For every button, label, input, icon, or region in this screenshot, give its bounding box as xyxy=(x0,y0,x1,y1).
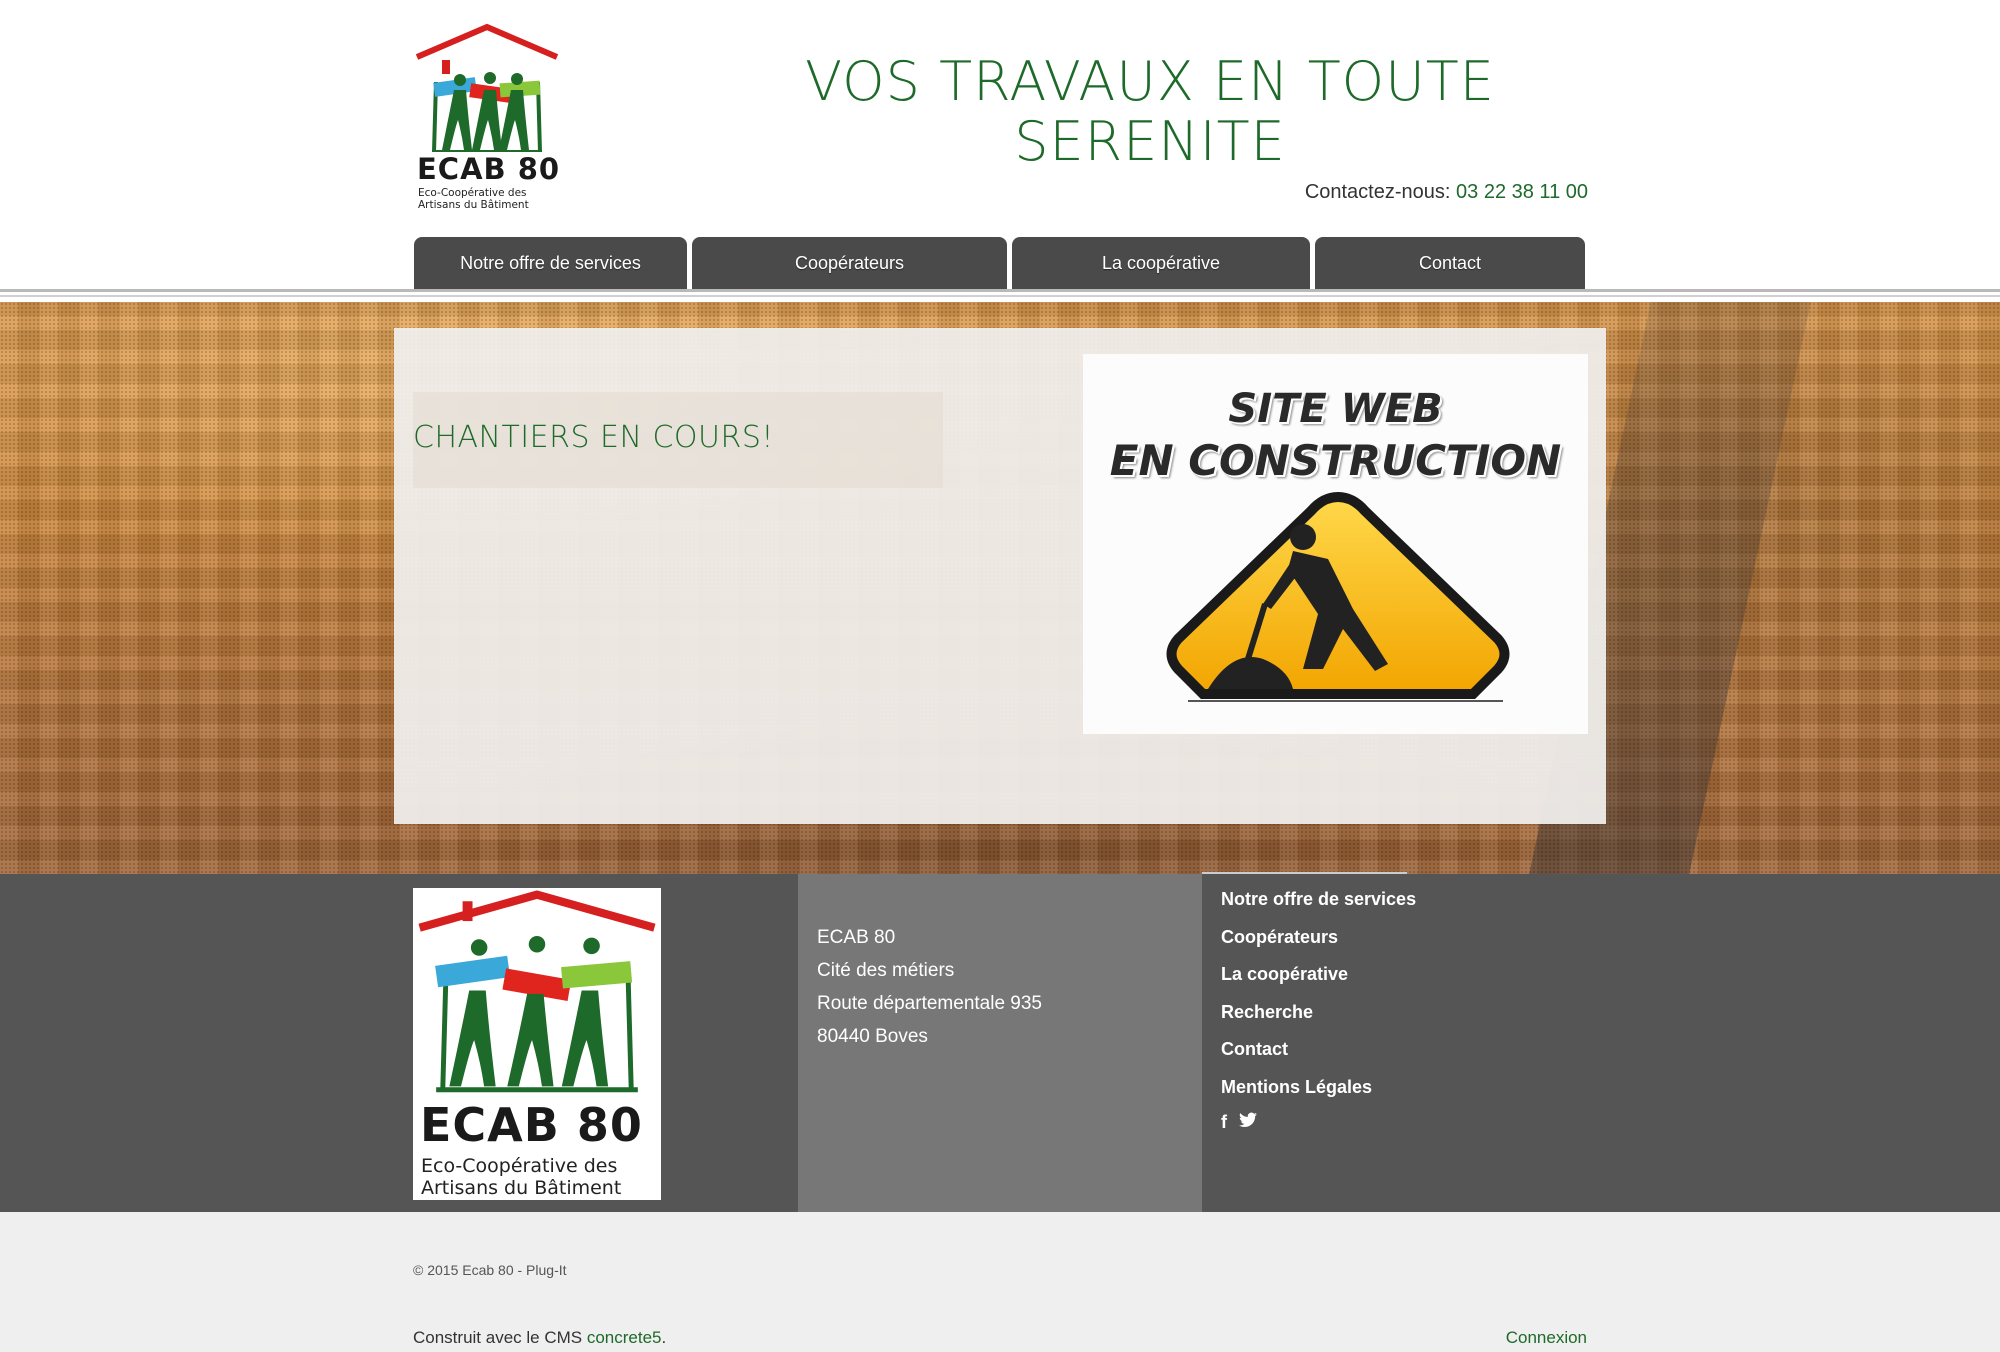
footer-address: ECAB 80 Cité des métiers Route départeme… xyxy=(817,921,1042,1053)
twitter-icon[interactable] xyxy=(1239,1112,1257,1128)
site-header: ECAB 80 Eco-Coopérative des Artisans du … xyxy=(0,0,2000,297)
page-headline: VOS TRAVAUX EN TOUTE SERENITE xyxy=(805,50,1495,173)
construction-text: SITE WEB xyxy=(1228,386,1443,432)
page-title: CHANTIERS EN COURS! xyxy=(413,420,774,455)
social-links: f xyxy=(1221,1112,1257,1133)
construction-image: SITE WEB EN CONSTRUCTION xyxy=(1083,354,1588,734)
contact-label: Contactez-nous: xyxy=(1304,181,1451,203)
house-logo-icon xyxy=(415,23,559,152)
footer-link-recherche[interactable]: Recherche xyxy=(1221,997,1416,1035)
logo-tagline: Eco-Coopérative des xyxy=(421,1155,618,1177)
logo-brand: ECAB 80 xyxy=(420,1098,643,1152)
bottom-bar xyxy=(0,1212,2000,1352)
footer-logo: ECAB 80 Eco-Coopérative des Artisans du … xyxy=(413,888,661,1200)
nav-tab-services[interactable]: Notre offre de services xyxy=(414,237,687,289)
nav-tab-cooperative[interactable]: La coopérative xyxy=(1012,237,1310,289)
login-link[interactable]: Connexion xyxy=(1506,1328,1587,1348)
house-logo-icon xyxy=(418,890,656,1093)
logo-tagline: Artisans du Bâtiment xyxy=(421,1177,622,1199)
address-line: Route départementale 935 xyxy=(817,993,1042,1014)
contact-phone[interactable]: 03 22 38 11 00 xyxy=(1456,181,1588,203)
facebook-icon[interactable]: f xyxy=(1221,1112,1227,1133)
divider xyxy=(0,289,2000,292)
divider xyxy=(1202,872,1407,874)
built-with: Construit avec le CMS concrete5. xyxy=(413,1328,667,1347)
logo-brand: ECAB 80 xyxy=(417,152,561,186)
footer-link-mentions[interactable]: Mentions Légales xyxy=(1221,1072,1416,1110)
footer-link-services[interactable]: Notre offre de services xyxy=(1221,884,1416,922)
contact-line: Contactez-nous: 03 22 38 11 00 xyxy=(1305,181,1588,204)
title-box: CHANTIERS EN COURS! xyxy=(413,392,943,488)
footer-link-cooperative[interactable]: La coopérative xyxy=(1221,959,1416,997)
address-line: ECAB 80 xyxy=(817,927,896,948)
site-logo[interactable]: ECAB 80 Eco-Coopérative des Artisans du … xyxy=(412,22,562,214)
construction-sign-icon xyxy=(1166,491,1510,702)
footer-link-cooperateurs[interactable]: Coopérateurs xyxy=(1221,922,1416,960)
footer-link-contact[interactable]: Contact xyxy=(1221,1034,1416,1072)
divider xyxy=(0,295,2000,297)
copyright: © 2015 Ecab 80 - Plug-It xyxy=(413,1262,567,1278)
nav-tab-cooperateurs[interactable]: Coopérateurs xyxy=(692,237,1007,289)
address-line: 80440 Boves xyxy=(817,1026,928,1047)
logo-tagline: Artisans du Bâtiment xyxy=(418,199,529,211)
footer-nav: Notre offre de services Coopérateurs La … xyxy=(1221,884,1416,1109)
cms-link[interactable]: concrete5 xyxy=(587,1328,662,1347)
nav-tab-contact[interactable]: Contact xyxy=(1315,237,1585,289)
address-line: Cité des métiers xyxy=(817,960,955,981)
content-panel: CHANTIERS EN COURS! SITE WEB EN CONSTRUC… xyxy=(394,328,1606,824)
construction-text: EN CONSTRUCTION xyxy=(1109,436,1562,485)
